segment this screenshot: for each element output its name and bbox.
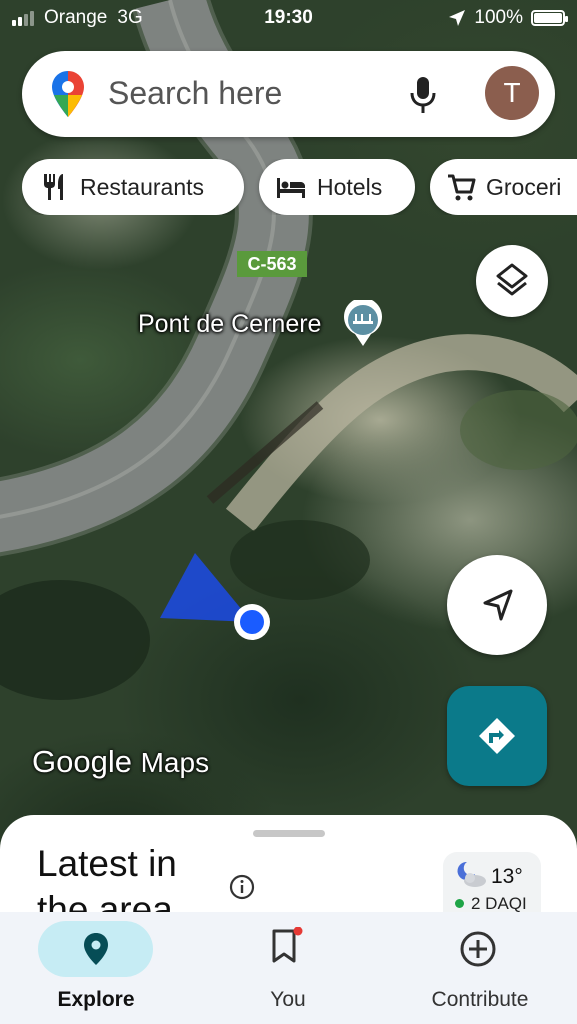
- weather-card[interactable]: 13° 2 DAQI: [443, 852, 541, 915]
- chip-groceries[interactable]: Groceri: [430, 159, 577, 215]
- chip-label: Hotels: [317, 173, 383, 200]
- tab-label: You: [270, 988, 306, 1011]
- location-services-icon: [449, 10, 466, 26]
- location-dot: [240, 610, 264, 634]
- tab-contribute[interactable]: Contribute: [384, 912, 576, 1024]
- cloudy-night-icon: [457, 861, 486, 887]
- battery-icon: [531, 10, 568, 26]
- fork-knife-icon: [44, 174, 63, 200]
- poi-label[interactable]: Pont de Cernere: [138, 310, 321, 339]
- bed-icon: [277, 178, 305, 198]
- tab-label: Explore: [57, 988, 135, 1011]
- chip-label: Groceri: [486, 173, 562, 200]
- air-quality-index: 2 DAQI: [471, 894, 527, 913]
- cart-icon: [448, 174, 476, 201]
- chip-restaurants[interactable]: Restaurants: [22, 159, 244, 215]
- add-circle-icon: [460, 931, 496, 967]
- microphone-icon[interactable]: [408, 75, 438, 115]
- road-label: C-563: [237, 251, 307, 277]
- chip-hotels[interactable]: Hotels: [259, 159, 415, 215]
- bridge-poi-icon[interactable]: [342, 300, 384, 348]
- status-bar: Orange 3G 19:30 100%: [0, 0, 577, 38]
- explore-bottom-sheet[interactable]: Latest in the area 13° 2 DAQI: [0, 815, 577, 915]
- info-icon[interactable]: [229, 874, 255, 900]
- directions-icon: [479, 718, 515, 754]
- bookmark-icon: [272, 927, 303, 963]
- air-quality-dot: [455, 899, 464, 908]
- layers-button[interactable]: [476, 245, 548, 317]
- search-input[interactable]: Search here: [108, 75, 282, 112]
- weather-temperature: 13°: [491, 865, 523, 888]
- tab-you[interactable]: You: [192, 912, 384, 1024]
- battery-percent: 100%: [474, 7, 523, 28]
- tab-label: Contribute: [431, 988, 529, 1011]
- directions-button[interactable]: [447, 686, 547, 786]
- category-chips: Restaurants Hotels Groceri: [22, 159, 577, 215]
- google-maps-watermark: Google Maps: [32, 744, 209, 780]
- sheet-title: Latest in the area: [37, 843, 177, 915]
- location-pin-icon: [84, 933, 108, 965]
- bottom-navigation: Explore You Contribute: [0, 912, 577, 1024]
- account-avatar[interactable]: T: [485, 66, 539, 120]
- layers-icon: [496, 263, 528, 296]
- watermark-product: Maps: [140, 747, 210, 778]
- chip-label: Restaurants: [80, 173, 205, 200]
- tab-explore[interactable]: Explore: [0, 912, 192, 1024]
- navigation-arrow-icon: [483, 589, 513, 621]
- search-bar[interactable]: Search here T: [22, 51, 555, 137]
- sheet-drag-handle[interactable]: [253, 830, 325, 837]
- watermark-brand: Google: [32, 744, 132, 779]
- my-location-button[interactable]: [447, 555, 547, 655]
- google-maps-logo-icon: [52, 71, 84, 117]
